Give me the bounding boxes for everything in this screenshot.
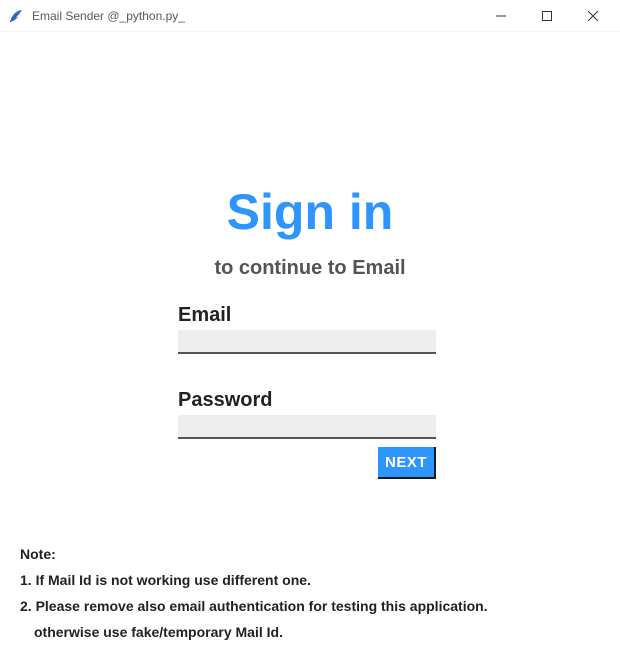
window-controls	[478, 0, 616, 32]
window-title: Email Sender @_python.py_	[32, 9, 478, 23]
minimize-button[interactable]	[478, 0, 524, 32]
password-label: Password	[178, 389, 436, 412]
email-label: Email	[178, 304, 436, 327]
email-input[interactable]	[178, 330, 436, 354]
note-line-3: otherwise use fake/temporary Mail Id.	[20, 620, 600, 646]
signin-heading: Sign in	[0, 187, 620, 237]
email-field-group: Email	[178, 304, 436, 354]
feather-icon	[8, 8, 24, 24]
note-block: Note: 1. If Mail Id is not working use d…	[20, 542, 600, 646]
note-line-2: 2. Please remove also email authenticati…	[20, 594, 600, 620]
password-field-group: Password	[178, 389, 436, 439]
password-input[interactable]	[178, 415, 436, 439]
note-line-1: 1. If Mail Id is not working use differe…	[20, 568, 600, 594]
titlebar: Email Sender @_python.py_	[0, 0, 620, 32]
note-heading: Note:	[20, 542, 600, 568]
close-button[interactable]	[570, 0, 616, 32]
maximize-button[interactable]	[524, 0, 570, 32]
signin-subheading: to continue to Email	[0, 257, 620, 280]
next-button[interactable]: NEXT	[378, 447, 436, 479]
content-area: Sign in to continue to Email Email Passw…	[0, 32, 620, 655]
